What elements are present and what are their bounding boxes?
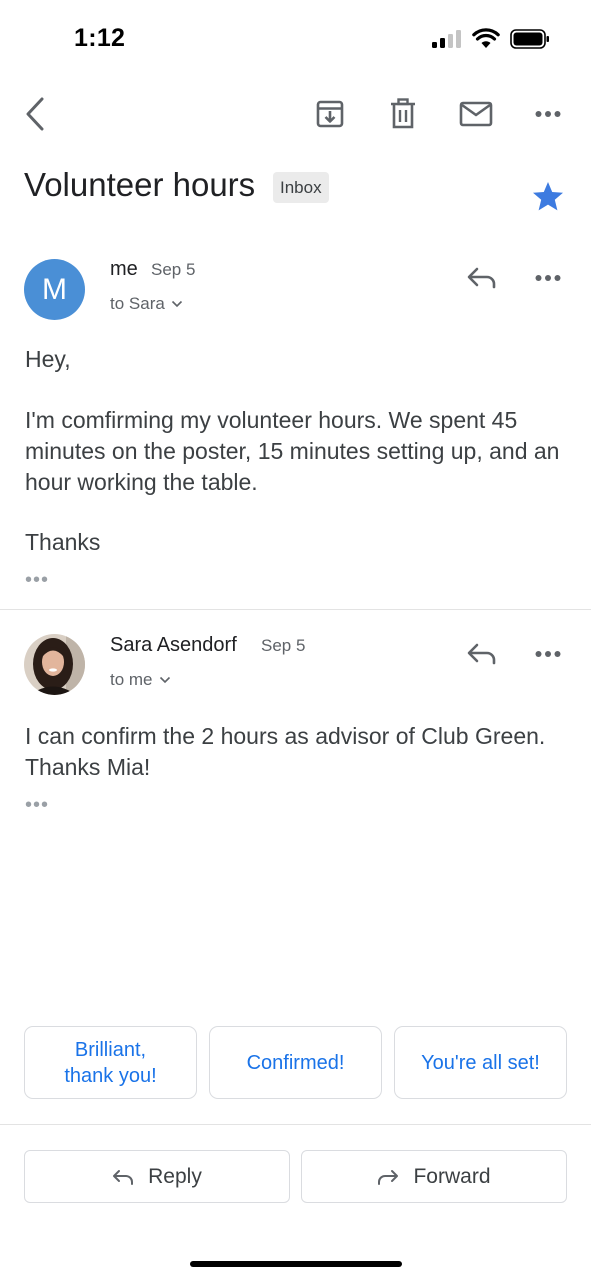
message-date: Sep 5 [151,260,196,279]
smart-reply-label: Brilliant, thank you! [64,1038,157,1087]
mark-unread-button[interactable] [455,94,497,134]
avatar[interactable] [24,634,85,695]
chevron-down-icon [171,300,182,308]
trash-icon [391,98,415,129]
recipients-label: to Sara [110,294,165,313]
show-trimmed-content[interactable]: ••• [25,569,49,592]
reply-label: Reply [148,1164,202,1188]
smart-reply-label: You're all set! [421,1051,540,1074]
home-indicator[interactable] [190,1261,402,1267]
star-icon [533,181,563,210]
more-options-button[interactable] [528,94,568,134]
message-more-button[interactable] [528,260,568,296]
reply-icon [467,643,496,665]
message-paragraph: I'm comfirming my volunteer hours. We sp… [25,407,560,495]
divider [0,1124,591,1125]
reply-button[interactable] [462,260,502,296]
smart-reply-label: Confirmed! [246,1051,345,1074]
more-horizontal-icon [535,111,561,117]
chevron-down-icon [159,676,170,684]
recipients-toggle[interactable]: to me [110,670,171,690]
message-paragraph: I can confirm the 2 hours as advisor of … [25,723,546,780]
smart-reply-chip[interactable]: You're all set! [394,1026,567,1099]
reply-action-button[interactable]: Reply [24,1150,290,1203]
inbox-label-chip[interactable]: Inbox [273,172,329,203]
reply-icon [113,1169,134,1185]
more-horizontal-icon [535,275,561,281]
cellular-signal-icon [432,30,461,48]
sender-name: me [110,258,138,280]
delete-button[interactable] [383,94,423,134]
recipients-label: to me [110,670,153,689]
forward-label: Forward [413,1164,491,1188]
mail-icon [459,101,493,127]
smart-reply-chip[interactable]: Brilliant, thank you! [24,1026,197,1099]
avatar[interactable]: M [24,259,85,320]
back-button[interactable] [18,94,52,134]
archive-icon [316,100,344,128]
email-subject: Volunteer hours [24,166,256,203]
message-date: Sep 5 [261,636,306,655]
wifi-icon [472,28,500,48]
message-greeting: Hey, [25,346,71,372]
star-button[interactable] [528,176,568,216]
forward-icon [378,1169,399,1185]
message-signoff: Thanks [25,529,101,555]
message-more-button[interactable] [528,636,568,672]
status-time: 1:12 [74,24,126,52]
battery-icon [510,29,549,49]
profile-photo [24,634,85,695]
reply-icon [467,267,496,289]
forward-action-button[interactable]: Forward [301,1150,567,1203]
back-icon [26,97,44,131]
show-trimmed-content[interactable]: ••• [25,794,49,817]
reply-button[interactable] [462,636,502,672]
smart-reply-chip[interactable]: Confirmed! [209,1026,382,1099]
more-horizontal-icon [535,651,561,657]
sender-name: Sara Asendorf [110,634,237,656]
recipients-toggle[interactable]: to Sara [110,294,183,314]
archive-button[interactable] [310,94,350,134]
divider [0,609,591,610]
